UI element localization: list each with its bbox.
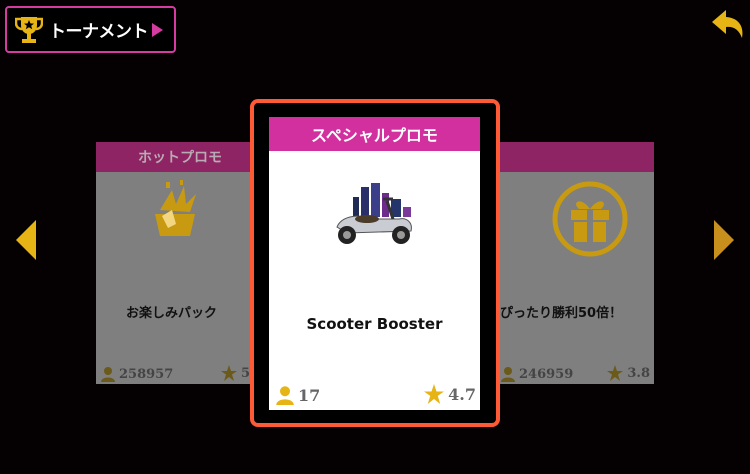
card-title: ぴったり勝利50倍！ [500,306,623,321]
card-title: お楽しみパック [126,306,218,321]
user-icon [276,386,294,405]
player-count-value: 258957 [119,366,174,382]
trophy-icon [15,16,43,43]
card-title: Scooter Booster [306,315,443,333]
card-header [496,142,654,172]
rating: 5 [220,365,250,381]
card-header: スペシャルプロモ [269,117,480,151]
rating-value: 4.7 [448,384,476,404]
back-arrow-icon[interactable] [708,8,748,42]
gift-burst-icon [155,180,196,236]
player-count-value: 246959 [519,366,574,382]
star-icon [424,384,445,404]
user-icon [101,367,115,382]
rating: 4.7 [424,384,476,404]
gift-box-icon [552,181,628,257]
chevron-right-icon[interactable] [712,218,736,262]
rating-value: 5 [240,365,250,381]
promo-card-right[interactable]: ぴったり勝利50倍！ 246959 3.8 [496,142,654,384]
tournament-label: トーナメント [49,22,149,42]
scooter-icon [336,183,412,244]
player-count: 17 [275,385,320,405]
star-icon [220,365,237,381]
chevron-left-icon[interactable] [14,218,38,262]
player-count: 258957 [100,366,173,382]
star-icon [607,365,624,381]
card-header: ホットプロモ [96,142,254,172]
play-triangle-icon [152,22,163,37]
rating-value: 3.8 [627,365,650,381]
rating: 3.8 [607,365,650,381]
player-count-value: 17 [298,385,321,405]
promo-card-special[interactable]: スペシャルプロモ Scooter Booster 17 4.7 [269,117,480,410]
user-icon [501,367,515,382]
tournament-button[interactable]: トーナメント [5,6,176,53]
player-count: 246959 [500,366,573,382]
promo-card-hot[interactable]: ホットプロモ お楽しみパック 258957 5 本日ご利用できません [96,142,254,384]
